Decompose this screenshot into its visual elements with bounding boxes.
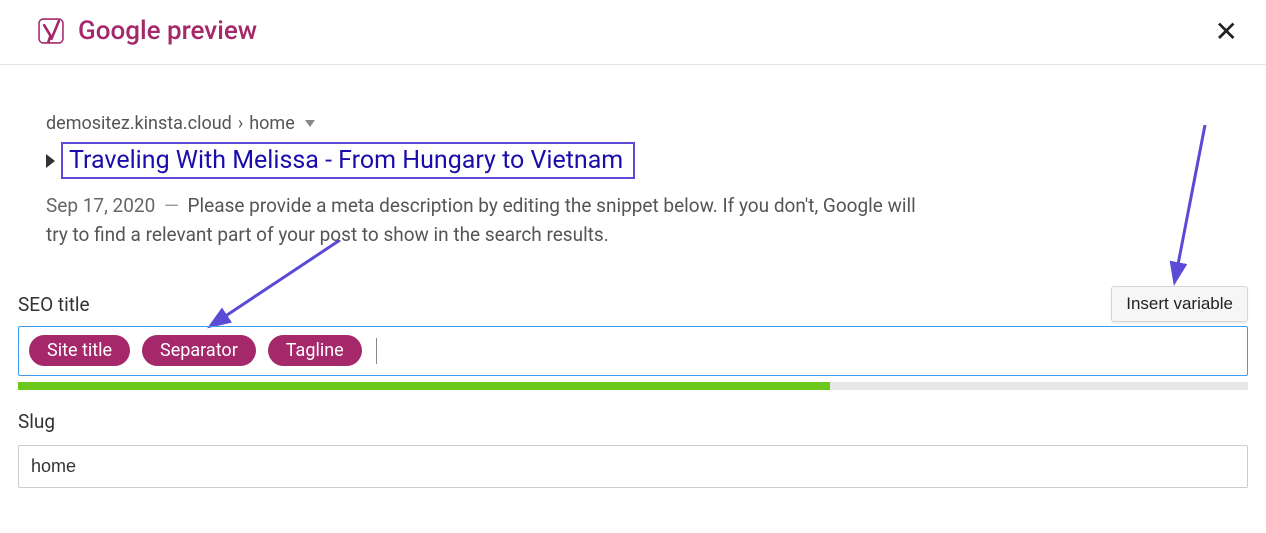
slug-section: Slug [18,410,1248,488]
breadcrumb-host: demositez.kinsta.cloud [46,113,232,134]
text-cursor [376,338,378,364]
panel-header: Google preview ✕ [0,0,1266,65]
close-button[interactable]: ✕ [1215,18,1238,46]
seo-title-progress-fill [18,382,830,390]
variable-pill-site-title[interactable]: Site title [29,335,130,366]
insert-variable-button[interactable]: Insert variable [1111,286,1248,322]
breadcrumb-separator: › [238,113,243,134]
slug-input[interactable] [18,445,1248,488]
close-icon: ✕ [1215,15,1238,48]
serp-title[interactable]: Traveling With Melissa - From Hungary to… [61,142,635,179]
panel-content: demositez.kinsta.cloud › home Traveling … [0,65,1266,508]
collapse-caret-icon [46,154,55,168]
serp-description: Sep 17, 2020 — Please provide a meta des… [46,191,916,250]
slug-label: Slug [18,410,1248,433]
seo-title-label: SEO title [18,293,90,316]
panel-title: Google preview [78,16,257,46]
serp-date: Sep 17, 2020 [46,194,155,217]
seo-title-progress [18,382,1248,390]
seo-title-input[interactable]: Site title Separator Tagline [18,326,1248,376]
google-preview: demositez.kinsta.cloud › home Traveling … [46,113,1248,250]
caret-down-icon [305,120,315,127]
breadcrumb-path: home [249,113,295,134]
variable-pill-separator[interactable]: Separator [142,335,256,366]
serp-breadcrumb: demositez.kinsta.cloud › home [46,113,1248,134]
serp-dash: — [164,194,179,217]
serp-title-row[interactable]: Traveling With Melissa - From Hungary to… [46,142,1248,179]
seo-title-section: SEO title Insert variable Site title Sep… [18,286,1248,390]
yoast-logo-icon [38,18,64,44]
variable-pill-tagline[interactable]: Tagline [268,335,362,366]
